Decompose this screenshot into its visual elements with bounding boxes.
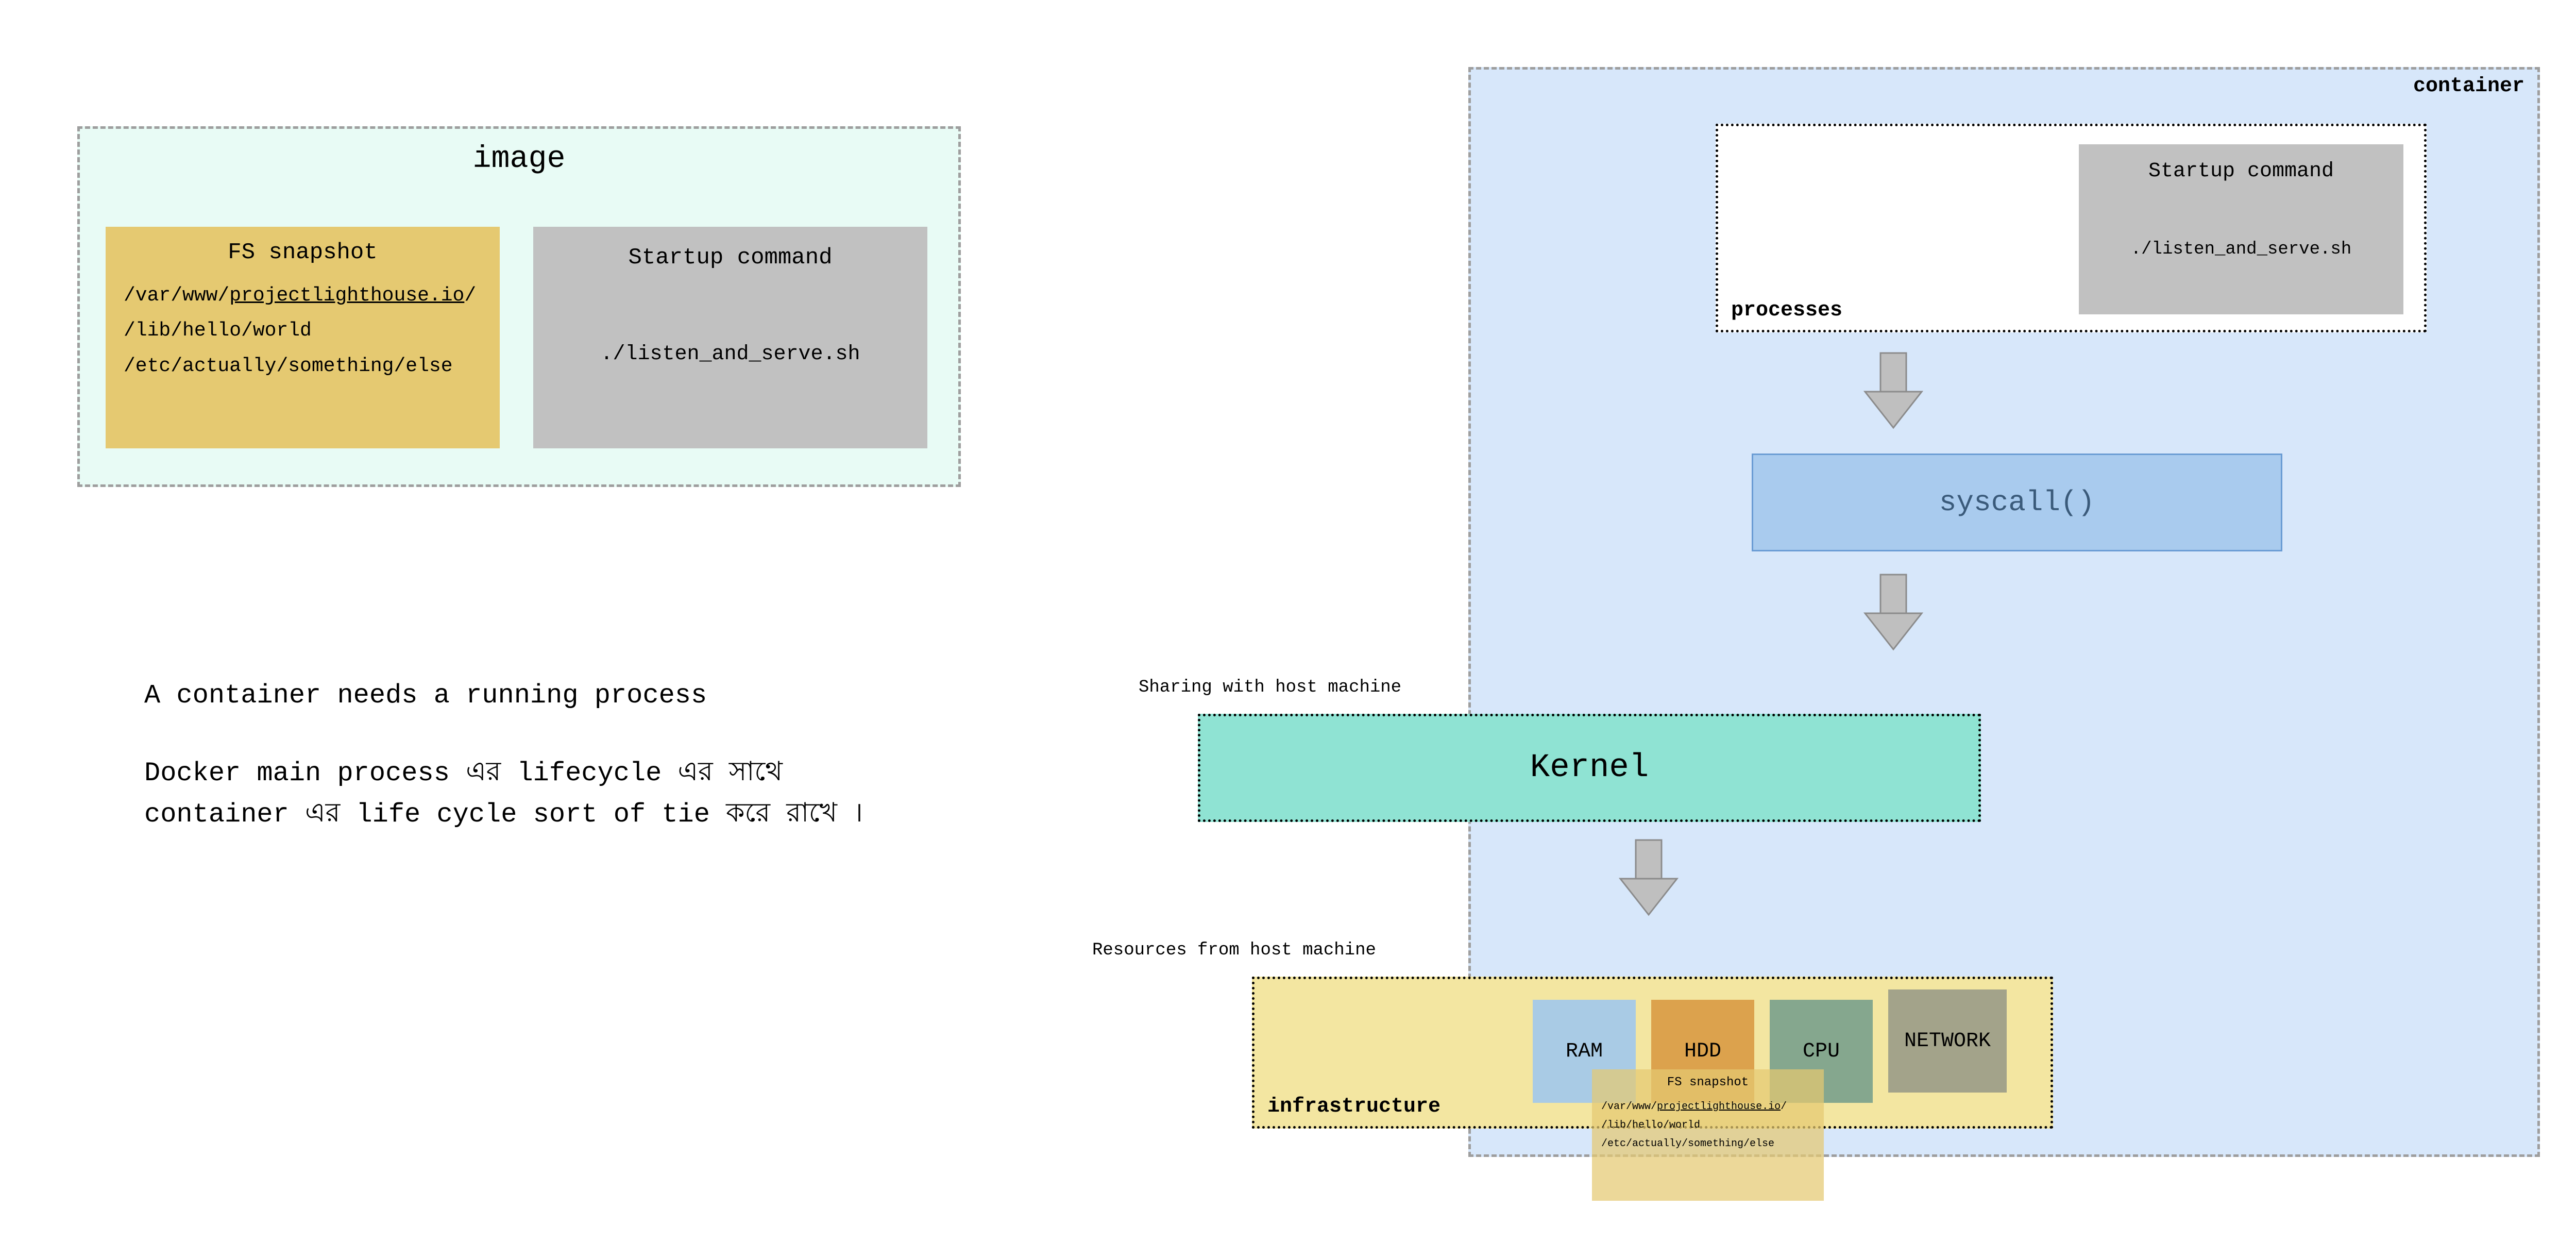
startup-cmd-small: ./listen_and_serve.sh [2079, 240, 2403, 259]
startup-title: Startup command [533, 245, 927, 271]
arrow-down-icon [1857, 350, 1929, 433]
image-box: image FS snapshot /var/www/projectlighth… [77, 126, 961, 487]
fs-path-seg: /var/www/ [124, 284, 229, 307]
fs-snapshot-box: FS snapshot /var/www/projectlighthouse.i… [106, 227, 500, 448]
startup-command-box-small: Startup command ./listen_and_serve.sh [2079, 144, 2403, 314]
fs-snapshot-overlay: FS snapshot /var/www/projectlighthouse.i… [1592, 1069, 1824, 1201]
infra-caption: Resources from host machine [1092, 941, 1376, 960]
arrow-down-icon [1613, 837, 1685, 920]
arrow-down-icon [1857, 572, 1929, 654]
resource-label: RAM [1566, 1040, 1603, 1063]
resource-label: CPU [1803, 1040, 1840, 1063]
explanation-para: Docker main process এর lifecycle এর সাথে… [144, 753, 917, 836]
fs-path-line: /var/www/projectlighthouse.io/ [124, 278, 482, 313]
fs-overlay-seg: /var/www/ [1601, 1101, 1657, 1113]
fs-path-seg-link: projectlighthouse.io [229, 284, 464, 307]
container-label: container [2413, 75, 2524, 98]
fs-path-line: /etc/actually/something/else [124, 349, 482, 384]
syscall-box: syscall() [1752, 454, 2282, 551]
fs-path-seg: / [464, 284, 476, 307]
syscall-label: syscall() [1939, 486, 2095, 519]
image-title: image [80, 142, 958, 177]
infrastructure-label: infrastructure [1267, 1095, 1440, 1118]
fs-snapshot-title: FS snapshot [106, 240, 500, 265]
explanation-line1: A container needs a running process [144, 675, 917, 717]
diagram-canvas: image FS snapshot /var/www/projectlighth… [0, 0, 2576, 1242]
startup-title-small: Startup command [2079, 160, 2403, 183]
fs-overlay-line: /var/www/projectlighthouse.io/ [1601, 1098, 1815, 1116]
fs-overlay-seg: / [1781, 1101, 1787, 1113]
resource-label: HDD [1684, 1040, 1721, 1063]
processes-label: processes [1731, 299, 1842, 322]
fs-overlay-seg-link: projectlighthouse.io [1657, 1101, 1781, 1113]
resource-network: NETWORK [1888, 989, 2007, 1093]
fs-path-line: /lib/hello/world [124, 313, 482, 348]
processes-box: processes Startup command ./listen_and_s… [1716, 124, 2427, 332]
kernel-box: Kernel [1198, 714, 1981, 822]
explanation-text: A container needs a running process Dock… [144, 675, 917, 836]
fs-overlay-line: /lib/hello/world [1601, 1116, 1815, 1135]
kernel-label: Kernel [1530, 749, 1649, 786]
fs-overlay-title: FS snapshot [1592, 1076, 1824, 1089]
fs-overlay-line: /etc/actually/something/else [1601, 1135, 1815, 1153]
startup-command-box: Startup command ./listen_and_serve.sh [533, 227, 927, 448]
startup-cmd: ./listen_and_serve.sh [533, 343, 927, 366]
kernel-caption: Sharing with host machine [1139, 678, 1401, 697]
resource-label: NETWORK [1894, 1030, 2001, 1053]
